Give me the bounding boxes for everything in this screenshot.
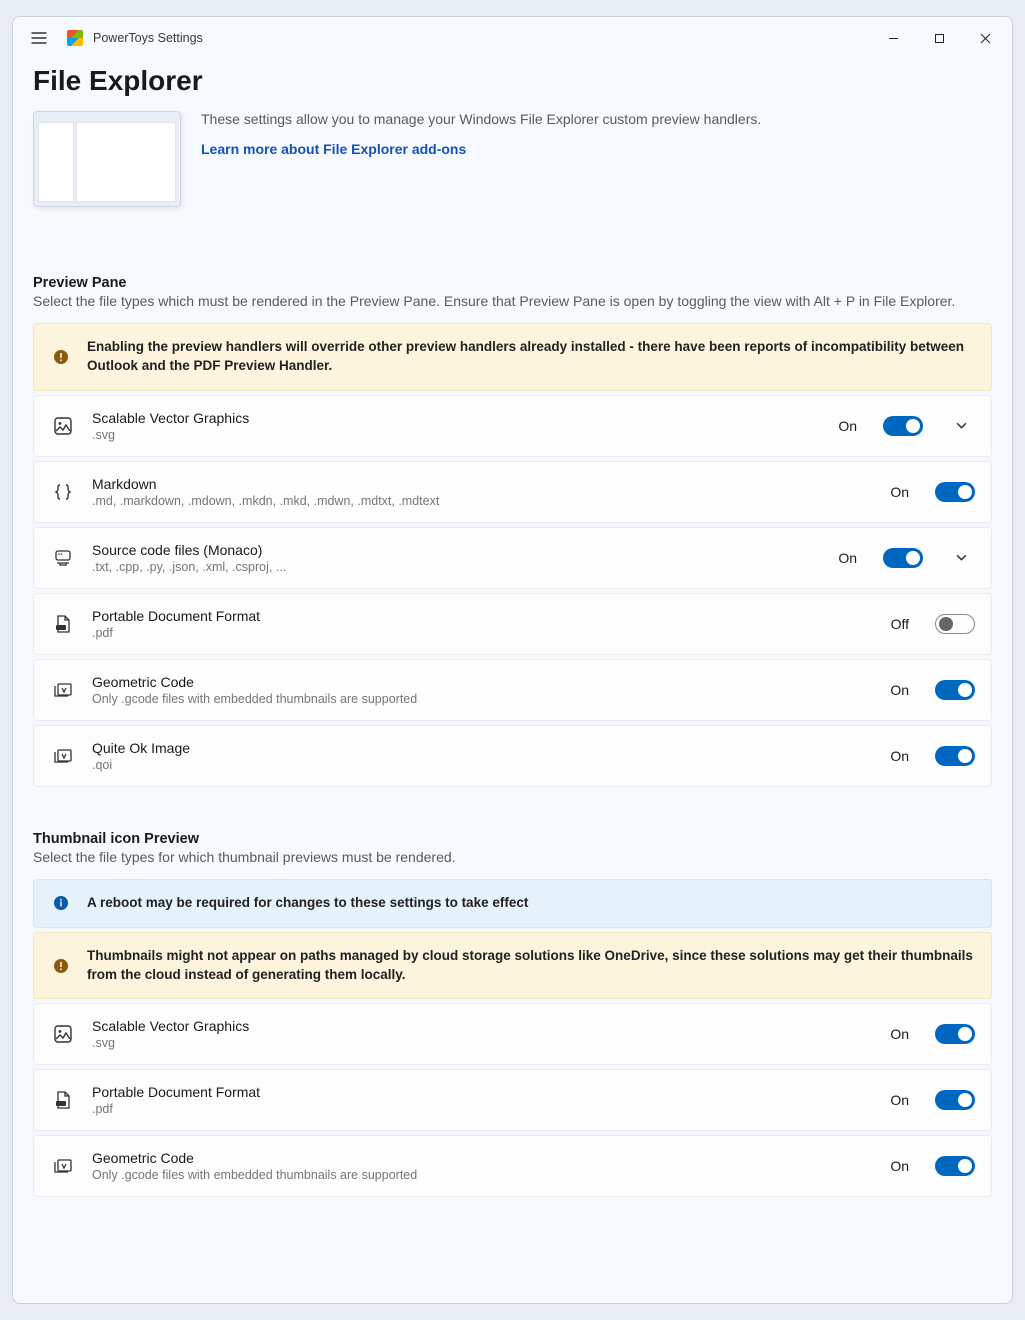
toggle-state-label: Off [891, 616, 909, 632]
pdf-icon [52, 1089, 74, 1111]
toggle-gcode-thumb[interactable] [935, 1156, 975, 1176]
minimize-button[interactable] [870, 22, 916, 54]
toggle-state-label: On [838, 550, 857, 566]
thumb-section-title: Thumbnail icon Preview [33, 831, 992, 847]
thumb-info-banner: A reboot may be required for changes to … [33, 879, 992, 928]
row-title: Quite Ok Image [92, 740, 872, 756]
app-icon [67, 30, 83, 46]
toggle-state-label: On [890, 1026, 909, 1042]
row-monaco-preview: Source code files (Monaco) .txt, .cpp, .… [33, 527, 992, 589]
window-controls [870, 22, 1008, 54]
toggle-monaco-preview[interactable] [883, 548, 923, 568]
info-icon [52, 895, 69, 912]
maximize-button[interactable] [916, 22, 962, 54]
learn-more-link[interactable]: Learn more about File Explorer add-ons [201, 141, 466, 157]
preview-warning-text: Enabling the preview handlers will overr… [87, 338, 975, 376]
intro-text: These settings allow you to manage your … [201, 111, 761, 127]
row-svg-preview: Scalable Vector Graphics .svg On [33, 395, 992, 457]
row-subtitle: Only .gcode files with embedded thumbnai… [92, 1168, 872, 1182]
toggle-state-label: On [890, 748, 909, 764]
toggle-gcode-preview[interactable] [935, 680, 975, 700]
titlebar: PowerToys Settings [13, 17, 1012, 59]
toggle-svg-thumb[interactable] [935, 1024, 975, 1044]
row-pdf-thumb: Portable Document Format .pdf On [33, 1069, 992, 1131]
expand-monaco-preview[interactable] [947, 551, 975, 564]
row-subtitle: .md, .markdown, .mdown, .mkdn, .mkd, .md… [92, 494, 872, 508]
toggle-state-label: On [890, 682, 909, 698]
image-icon [52, 415, 74, 437]
row-subtitle: .txt, .cpp, .py, .json, .xml, .csproj, .… [92, 560, 820, 574]
preview-section-desc: Select the file types which must be rend… [33, 293, 992, 309]
thumb-info-text: A reboot may be required for changes to … [87, 894, 528, 913]
row-gcode-preview: Geometric Code Only .gcode files with em… [33, 659, 992, 721]
row-markdown-preview: Markdown .md, .markdown, .mdown, .mkdn, … [33, 461, 992, 523]
toggle-pdf-preview[interactable] [935, 614, 975, 634]
hero: These settings allow you to manage your … [33, 111, 992, 207]
thumb-warning-text: Thumbnails might not appear on paths man… [87, 947, 975, 985]
pdf-icon [52, 613, 74, 635]
hero-thumbnail [33, 111, 181, 207]
row-title: Source code files (Monaco) [92, 542, 820, 558]
toggle-state-label: On [838, 418, 857, 434]
warning-icon [52, 348, 69, 365]
row-svg-thumb: Scalable Vector Graphics .svg On [33, 1003, 992, 1065]
hero-text: These settings allow you to manage your … [201, 111, 761, 207]
row-title: Markdown [92, 476, 872, 492]
row-gcode-thumb: Geometric Code Only .gcode files with em… [33, 1135, 992, 1197]
page-title: File Explorer [33, 65, 992, 97]
warning-icon [52, 957, 69, 974]
toggle-markdown-preview[interactable] [935, 482, 975, 502]
toggle-state-label: On [890, 484, 909, 500]
preview-section-title: Preview Pane [33, 275, 992, 291]
thumb-warning-banner: Thumbnails might not appear on paths man… [33, 932, 992, 1000]
gcode-icon [52, 1155, 74, 1177]
toggle-pdf-thumb[interactable] [935, 1090, 975, 1110]
row-subtitle: Only .gcode files with embedded thumbnai… [92, 692, 872, 706]
menu-button[interactable] [23, 22, 55, 54]
expand-svg-preview[interactable] [947, 419, 975, 432]
page-content: File Explorer These settings allow you t… [13, 59, 1012, 1221]
toggle-svg-preview[interactable] [883, 416, 923, 436]
image-icon [52, 1023, 74, 1045]
toggle-qoi-preview[interactable] [935, 746, 975, 766]
row-title: Portable Document Format [92, 1084, 872, 1100]
row-subtitle: .qoi [92, 758, 872, 772]
thumb-section-desc: Select the file types for which thumbnai… [33, 849, 992, 865]
row-subtitle: .svg [92, 1036, 872, 1050]
app-title: PowerToys Settings [93, 31, 203, 45]
row-qoi-preview: Quite Ok Image .qoi On [33, 725, 992, 787]
code-icon [52, 547, 74, 569]
row-subtitle: .pdf [92, 1102, 872, 1116]
row-pdf-preview: Portable Document Format .pdf Off [33, 593, 992, 655]
braces-icon [52, 481, 74, 503]
row-title: Geometric Code [92, 1150, 872, 1166]
row-title: Scalable Vector Graphics [92, 1018, 872, 1034]
row-title: Scalable Vector Graphics [92, 410, 820, 426]
close-button[interactable] [962, 22, 1008, 54]
toggle-state-label: On [890, 1158, 909, 1174]
qoi-icon [52, 745, 74, 767]
row-title: Geometric Code [92, 674, 872, 690]
gcode-icon [52, 679, 74, 701]
row-title: Portable Document Format [92, 608, 873, 624]
row-subtitle: .svg [92, 428, 820, 442]
toggle-state-label: On [890, 1092, 909, 1108]
app-window: PowerToys Settings File Explorer These s… [12, 16, 1013, 1304]
row-subtitle: .pdf [92, 626, 873, 640]
preview-warning-banner: Enabling the preview handlers will overr… [33, 323, 992, 391]
